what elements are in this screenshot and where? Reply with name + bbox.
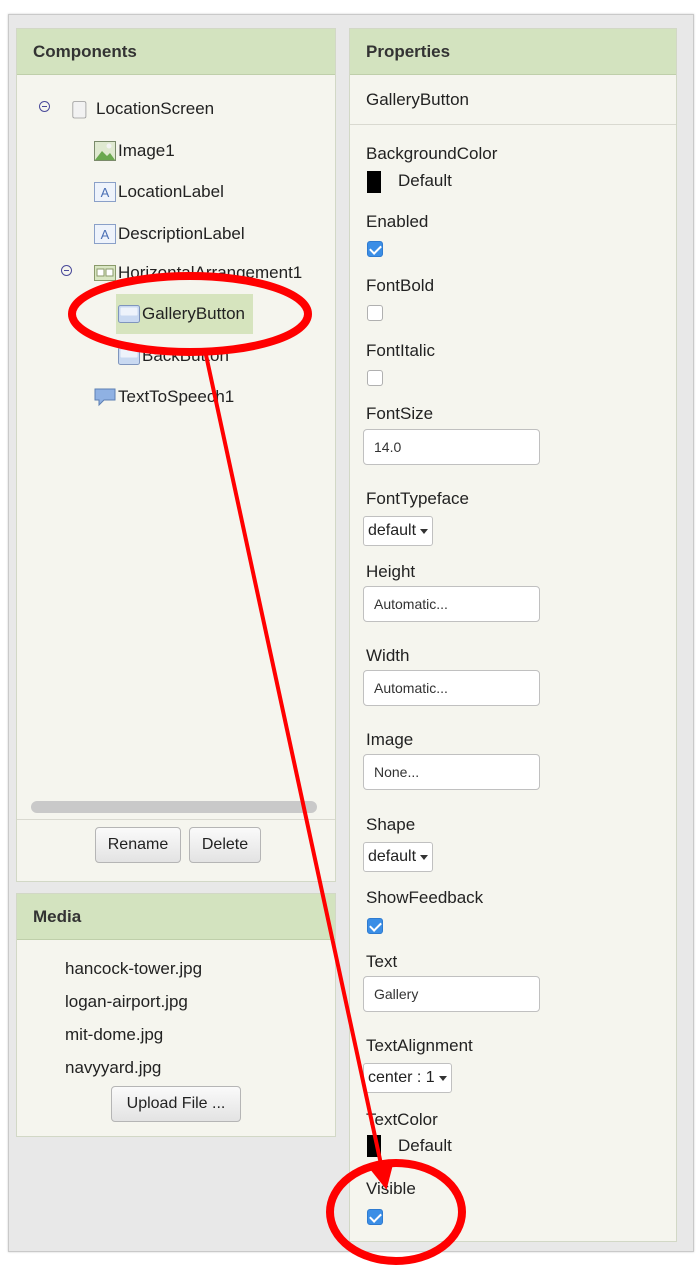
properties-header: Properties [350, 29, 676, 75]
height-input[interactable]: Automatic... [363, 586, 540, 622]
text-color-swatch[interactable] [367, 1135, 381, 1157]
tree-item-label: GalleryButton [142, 304, 245, 323]
tree-item-image1[interactable]: Image1 [94, 136, 175, 166]
tree-item-backbutton[interactable]: BackButton [118, 341, 229, 371]
tree-item-texttospeech1[interactable]: TextToSpeech1 [94, 382, 234, 412]
font-typeface-value: default [368, 522, 417, 539]
tree-item-locationscreen[interactable]: LocationScreen [72, 94, 214, 124]
font-bold-checkbox[interactable] [367, 305, 383, 321]
font-typeface-select[interactable]: default [363, 516, 434, 546]
show-feedback-checkbox[interactable] [367, 918, 383, 934]
svg-text:A: A [101, 185, 110, 200]
media-panel: Media hancock-tower.jpg logan-airport.jp… [16, 893, 336, 1137]
font-size-input[interactable]: 14.0 [363, 429, 540, 465]
caret-down-icon [420, 854, 429, 860]
tree-item-label: LocationScreen [96, 99, 215, 118]
visible-label: Visible [366, 1179, 416, 1198]
tree-item-horizontalarrangement1[interactable]: HorizontalArrangement1 [94, 258, 302, 288]
height-label: Height [366, 562, 416, 581]
font-italic-label: FontItalic [366, 341, 435, 360]
image-input[interactable]: None... [363, 754, 540, 790]
delete-button[interactable]: Delete [189, 827, 261, 863]
shape-label: Shape [366, 815, 416, 834]
background-color-value[interactable]: Default [398, 171, 452, 191]
tree-item-locationlabel[interactable]: A LocationLabel [94, 177, 224, 207]
media-file[interactable]: mit-dome.jpg [65, 1025, 163, 1045]
width-input[interactable]: Automatic... [363, 670, 540, 706]
background-color-swatch[interactable] [367, 171, 381, 193]
collapse-toggle-arrangement[interactable] [61, 265, 72, 276]
screen-icon [72, 101, 87, 119]
media-file[interactable]: logan-airport.jpg [65, 992, 188, 1012]
enabled-checkbox[interactable] [367, 241, 383, 257]
media-file[interactable]: navyyard.jpg [65, 1058, 161, 1078]
components-header: Components [17, 29, 335, 75]
speech-icon [94, 388, 116, 407]
media-file[interactable]: hancock-tower.jpg [65, 959, 202, 979]
enabled-label: Enabled [366, 212, 429, 231]
caret-down-icon [438, 1075, 447, 1081]
font-typeface-label: FontTypeface [366, 489, 470, 508]
shape-value: default [368, 848, 417, 865]
shape-select[interactable]: default [363, 842, 434, 872]
image-icon [94, 141, 116, 161]
text-color-label: TextColor [366, 1110, 438, 1129]
background-color-label: BackgroundColor [366, 144, 498, 163]
text-alignment-select[interactable]: center : 1 [363, 1063, 452, 1093]
text-alignment-label: TextAlignment [366, 1036, 473, 1055]
tree-item-label: BackButton [142, 346, 229, 365]
tree-item-label: TextToSpeech1 [118, 387, 235, 406]
designer-frame: Components LocationScreen Image1 A Locat… [8, 14, 694, 1252]
show-feedback-label: ShowFeedback [366, 888, 484, 907]
tree-item-label: DescriptionLabel [118, 224, 245, 243]
visible-checkbox[interactable] [367, 1209, 383, 1225]
tree-item-descriptionlabel[interactable]: A DescriptionLabel [94, 219, 245, 249]
text-input[interactable]: Gallery [363, 976, 540, 1012]
tree-item-label: LocationLabel [118, 182, 224, 201]
text-color-value[interactable]: Default [398, 1136, 452, 1156]
selected-component-name: GalleryButton [350, 76, 676, 125]
upload-file-button[interactable]: Upload File ... [111, 1086, 241, 1122]
media-header: Media [17, 894, 335, 940]
scroll-track-divider [17, 819, 335, 820]
font-italic-checkbox[interactable] [367, 370, 383, 386]
collapse-toggle-screen[interactable] [39, 101, 50, 112]
tree-item-label: HorizontalArrangement1 [118, 263, 303, 282]
width-label: Width [366, 646, 410, 665]
text-label: Text [366, 952, 398, 971]
tree-item-label: Image1 [118, 141, 175, 160]
label-icon: A [94, 224, 116, 244]
button-icon [118, 347, 140, 365]
font-bold-label: FontBold [366, 276, 435, 295]
svg-text:A: A [101, 227, 110, 242]
text-alignment-value: center : 1 [368, 1069, 435, 1086]
components-panel: Components LocationScreen Image1 A Locat… [16, 28, 336, 882]
label-icon: A [94, 182, 116, 202]
button-icon [118, 305, 140, 323]
tree-item-gallerybutton[interactable]: GalleryButton [116, 294, 253, 334]
image-label: Image [366, 730, 414, 749]
font-size-label: FontSize [366, 404, 434, 423]
caret-down-icon [420, 528, 429, 534]
horizontal-scrollbar[interactable] [31, 801, 317, 813]
properties-panel: Properties GalleryButton BackgroundColor… [349, 28, 677, 1242]
rename-button[interactable]: Rename [95, 827, 181, 863]
arrangement-icon [94, 265, 116, 281]
